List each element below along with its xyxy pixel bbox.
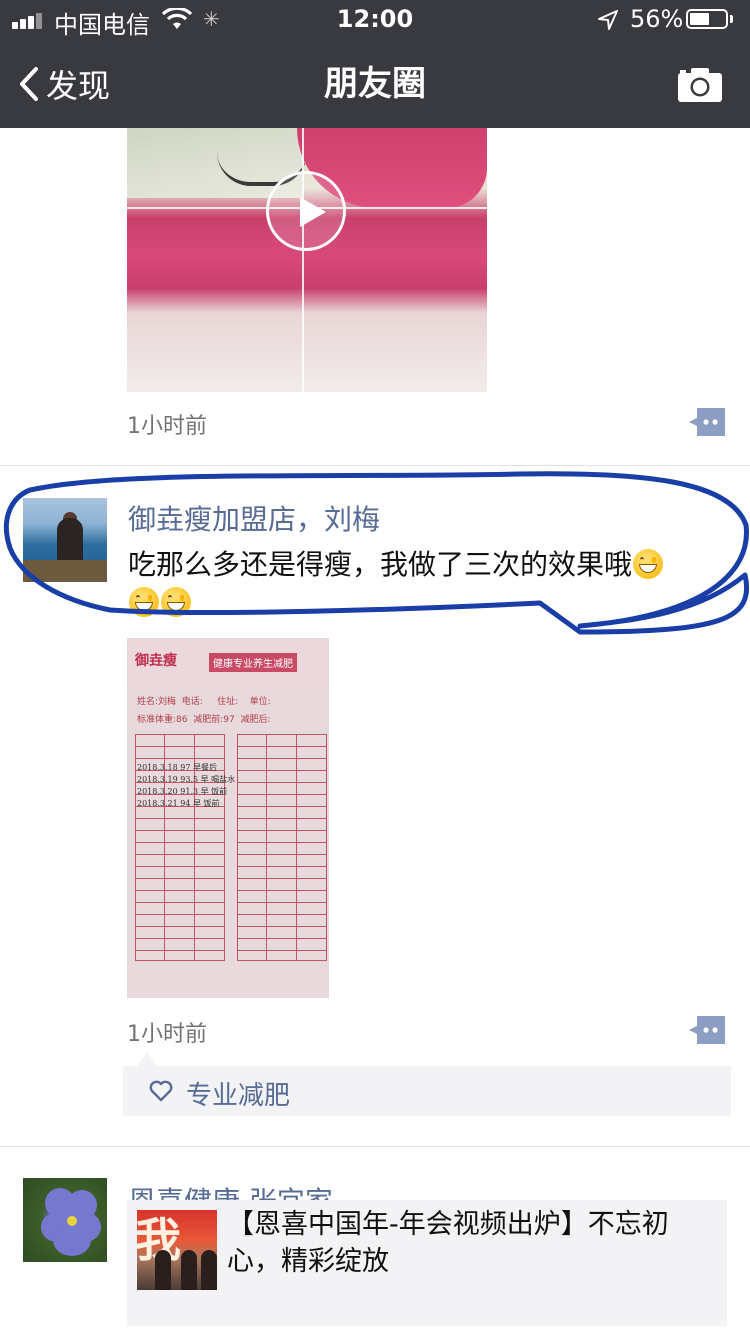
photo-brand: 御垚瘦	[135, 653, 177, 669]
battery-icon	[686, 9, 728, 29]
moments-feed[interactable]: 1小时前 御垚瘦加盟店，刘梅 吃那么多还是得瘦，我做了三次的效果哦 御垚瘦 健康…	[0, 128, 750, 1334]
photo-field: 标准体重:86 减肥前:97 减肥后:	[137, 712, 271, 725]
shared-link-title: 【恩喜中国年-年会视频出炉】不忘初心，精彩绽放	[227, 1209, 669, 1277]
photo-field-before: 减肥前:97	[193, 715, 235, 725]
post-timestamp: 1小时前	[127, 414, 207, 439]
shared-link-thumbnail: 我	[137, 1210, 217, 1290]
page-title: 朋友圈	[324, 64, 426, 104]
top-bar: 中国电信 ✳ 12:00 56% 发现 朋友圈	[0, 0, 750, 128]
shared-link-card[interactable]: 我 【恩喜中国年-年会视频出炉】不忘初心，精彩绽放	[127, 1200, 727, 1326]
photo-field-standard: 标准体重:86	[137, 715, 188, 725]
photo-field-address: 住址:	[217, 697, 239, 707]
comment-icon[interactable]	[689, 1016, 725, 1044]
avatar[interactable]	[23, 1178, 107, 1262]
thumbnail-figure	[201, 1250, 217, 1290]
post-text-body: 吃那么多还是得瘦，我做了三次的效果哦	[128, 548, 633, 581]
photo-ink-row: 2018.3.18 97 早餐后	[137, 763, 217, 772]
avatar-rock	[23, 560, 107, 582]
photo-ink-row: 2018.3.21 94 早 饭前	[137, 799, 220, 808]
avatar[interactable]	[23, 498, 107, 582]
likes-bar[interactable]: 专业减肥	[123, 1052, 731, 1116]
post-photo[interactable]: 御垚瘦 健康专业养生减肥 姓名:刘梅 电话: 住址: 单位: 标准体重:86 减…	[127, 638, 329, 998]
grin-emoji	[129, 587, 159, 617]
photo-table-right	[237, 734, 327, 961]
thumbnail-figure	[155, 1250, 171, 1290]
heart-icon	[149, 1080, 173, 1102]
avatar-petal	[53, 1224, 91, 1256]
post-text: 吃那么多还是得瘦，我做了三次的效果哦	[128, 546, 728, 622]
photo-ink-row: 2018.3.19 93.5 早 喝盐水	[137, 775, 236, 784]
battery-percent: 56%	[630, 5, 684, 33]
post-divider	[0, 465, 750, 466]
thumbnail-figure	[181, 1250, 197, 1290]
post-timestamp: 1小时前	[127, 1022, 207, 1047]
photo-field-after: 减肥后:	[240, 715, 271, 725]
camera-icon[interactable]	[676, 66, 724, 104]
avatar-flower-center	[67, 1216, 77, 1226]
photo-ink-row: 2018.3.20 91.3 早 饭前	[137, 787, 228, 796]
video-thumbnail[interactable]	[127, 128, 487, 392]
thumbnail-grid-line	[302, 128, 304, 392]
battery-level	[690, 13, 709, 25]
photo-field-name: 姓名:刘梅	[137, 697, 177, 707]
photo-field: 姓名:刘梅 电话: 住址: 单位:	[137, 694, 271, 707]
like-names[interactable]: 专业减肥	[186, 1075, 290, 1112]
photo-field-unit: 单位:	[249, 697, 271, 707]
grin-emoji	[161, 587, 191, 617]
play-icon[interactable]	[266, 171, 346, 251]
battery-tip	[730, 15, 733, 23]
grin-emoji	[633, 549, 664, 579]
comment-icon[interactable]	[689, 408, 725, 436]
post-author[interactable]: 御垚瘦加盟店，刘梅	[128, 498, 380, 538]
status-bar: 中国电信 ✳ 12:00 56%	[0, 0, 750, 40]
post-divider	[0, 1146, 750, 1147]
photo-slogan: 健康专业养生减肥	[209, 653, 297, 672]
location-arrow-icon	[598, 10, 618, 30]
photo-field-phone: 电话:	[181, 697, 203, 707]
